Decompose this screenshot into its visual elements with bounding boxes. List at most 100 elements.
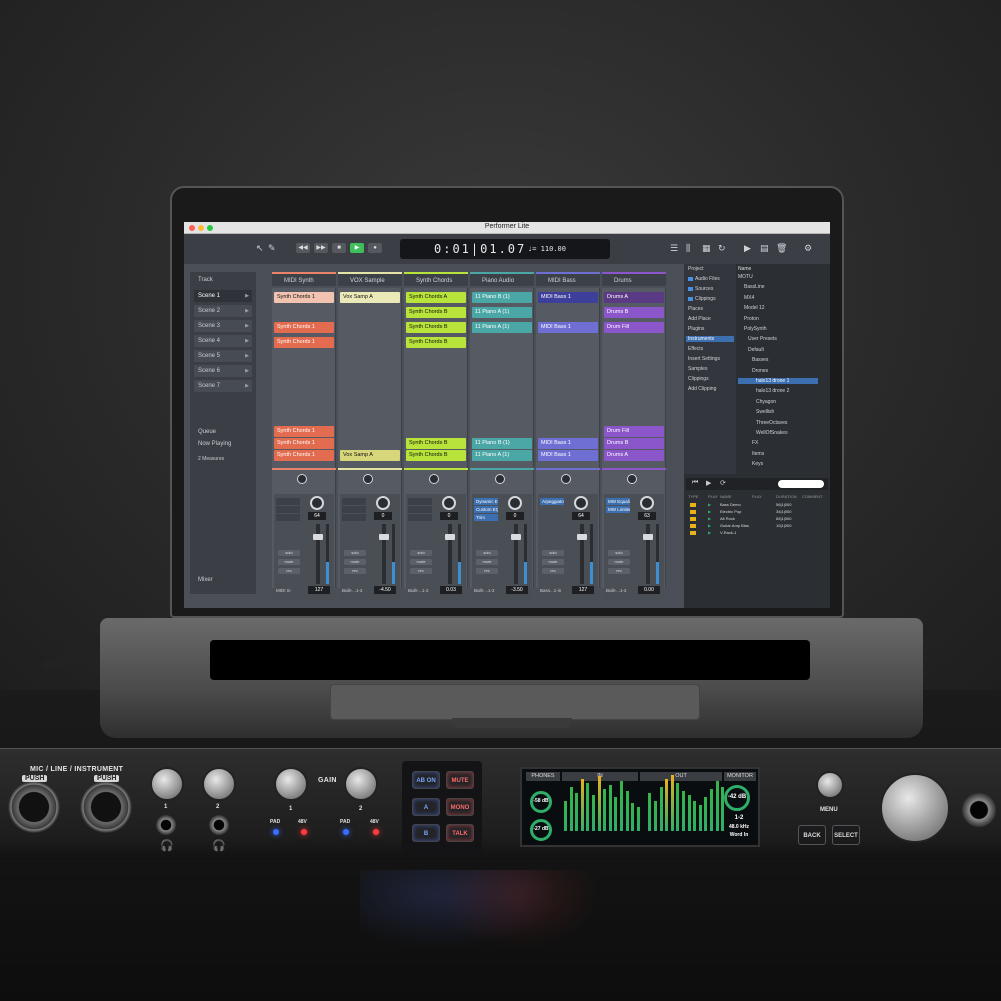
gain-1-knob[interactable]	[274, 767, 308, 801]
browser-tree-item[interactable]: FX	[738, 440, 818, 446]
file-list-row[interactable]: ▶ V-Rack-1	[686, 530, 828, 537]
rec-button[interactable]: rec	[476, 568, 498, 574]
clip-slot[interactable]: 11 Piano B (1)	[472, 292, 532, 303]
pan-value[interactable]: 0	[374, 512, 392, 520]
solo-button[interactable]: solo	[542, 550, 564, 556]
volume-value[interactable]: 0.03	[440, 586, 462, 594]
clip-slot[interactable]: Vox Samp A	[340, 292, 400, 303]
browser-tree-item[interactable]: Drones	[738, 368, 818, 374]
rec-button[interactable]: rec	[278, 568, 300, 574]
queued-clip[interactable]: Drums A	[604, 450, 664, 461]
insert-slot[interactable]: Dynamic E...	[474, 498, 498, 505]
output-assignment[interactable]: Built-...1-2	[342, 588, 363, 593]
xlr-combo-input-2[interactable]	[80, 781, 132, 833]
clip-slot[interactable]: Synth Chords 1	[274, 337, 334, 348]
file-list-row[interactable]: ▶ Electric Pop 34|1|000	[686, 509, 828, 516]
gain-2-knob[interactable]	[344, 767, 378, 801]
browser-source-item[interactable]: Effects	[686, 346, 734, 352]
browser-tree-item[interactable]: MX4	[738, 295, 818, 301]
mute-button[interactable]: mute	[542, 559, 564, 565]
fader-handle[interactable]	[511, 534, 521, 540]
browser-tree-item[interactable]: BassLine	[738, 284, 818, 290]
trackpad[interactable]	[330, 684, 700, 720]
playing-indicator-knob[interactable]	[429, 474, 439, 484]
browser-tree-item[interactable]: PolySynth	[738, 326, 818, 332]
fader-handle[interactable]	[313, 534, 323, 540]
file-list-row[interactable]: ▶ Alt Rock 65|1|000	[686, 516, 828, 523]
playing-indicator-knob[interactable]	[363, 474, 373, 484]
play-icon[interactable]: ▶	[708, 509, 711, 514]
browser-tree-item[interactable]: WellOfSnakes	[738, 430, 818, 436]
insert-slot-empty[interactable]	[276, 514, 300, 521]
main-volume-knob[interactable]	[880, 773, 950, 843]
queued-clip[interactable]: Synth Chords 1	[274, 426, 334, 437]
track-header[interactable]: Drums	[602, 272, 666, 286]
solo-button[interactable]: solo	[476, 550, 498, 556]
insert-slot-empty[interactable]	[276, 506, 300, 513]
browser-source-item[interactable]: Samples	[686, 366, 734, 372]
column-header[interactable]: COMMENT	[802, 494, 823, 499]
clip-slot[interactable]: Synth Chords B	[406, 337, 466, 348]
main-counter[interactable]: 0:01|01.07 ♩= 110.00	[400, 239, 610, 259]
pan-knob[interactable]	[574, 496, 588, 510]
column-header[interactable]: PLAY	[708, 494, 718, 499]
browser-tree-item[interactable]: ThreeOctaves	[738, 420, 818, 426]
browser-tree-item[interactable]: Model 12	[738, 305, 818, 311]
pan-value[interactable]: 0	[506, 512, 524, 520]
clip-slot[interactable]: Synth Chords 1	[274, 322, 334, 333]
preview-play-icon[interactable]: ▶	[706, 479, 711, 487]
play-button[interactable]: ▶	[350, 243, 364, 253]
column-header[interactable]: PLAY	[752, 494, 762, 499]
volume-value[interactable]: -4.50	[374, 586, 396, 594]
clips-icon[interactable]: ▶	[744, 243, 751, 254]
headphone-jack-2[interactable]	[209, 815, 229, 835]
file-list-row[interactable]: ▶ Guitar Amp Blas 10|1|000	[686, 523, 828, 530]
volume-fader[interactable]	[382, 524, 386, 584]
insert-slot[interactable]: MW Limiter	[606, 506, 630, 513]
insert-slot-empty[interactable]	[408, 514, 432, 521]
pan-knob[interactable]	[508, 496, 522, 510]
browser-tree-item[interactable]: Swellish	[738, 409, 818, 415]
volume-fader[interactable]	[580, 524, 584, 584]
input-1-knob[interactable]	[150, 767, 184, 801]
rec-button[interactable]: rec	[344, 568, 366, 574]
column-header[interactable]: TYPE	[688, 494, 698, 499]
browser-source-item[interactable]: Plugins	[686, 326, 734, 332]
insert-slot[interactable]: Trim	[474, 514, 498, 521]
clip-slot[interactable]: 11 Piano A (1)	[472, 307, 532, 318]
insert-slot-empty[interactable]	[408, 506, 432, 513]
clip-slot[interactable]: Synth Chords A	[406, 292, 466, 303]
volume-fader[interactable]	[448, 524, 452, 584]
output-assignment[interactable]: Built-...1-2	[474, 588, 495, 593]
fader-handle[interactable]	[643, 534, 653, 540]
scene-3[interactable]: Scene 3 ▶	[194, 320, 252, 332]
browser-source-item[interactable]: Places	[686, 306, 734, 312]
browser-source-item[interactable]: Insert Settings	[686, 356, 734, 362]
queued-clip[interactable]: 11 Piano B (1)	[472, 438, 532, 449]
scene-4[interactable]: Scene 4 ▶	[194, 335, 252, 347]
queued-clip[interactable]: Synth Chords B	[406, 438, 466, 449]
volume-fader[interactable]	[316, 524, 320, 584]
output-assignment[interactable]: Built-...1-2	[606, 588, 627, 593]
browser-search-input[interactable]	[778, 480, 824, 488]
output-assignment[interactable]: Bass...1-in	[540, 588, 561, 593]
browser-tree-item[interactable]: Default	[738, 347, 818, 353]
browser-tree-item[interactable]: Items	[738, 451, 818, 457]
insert-slot[interactable]: Custom EQ	[474, 506, 498, 513]
browser-source-item[interactable]: Instruments	[686, 336, 734, 342]
mono-button[interactable]: MONO	[446, 798, 474, 816]
pan-knob[interactable]	[310, 496, 324, 510]
track-header[interactable]: Piano Audio	[470, 272, 534, 286]
pan-knob[interactable]	[640, 496, 654, 510]
pan-knob[interactable]	[376, 496, 390, 510]
scene-2[interactable]: Scene 2 ▶	[194, 305, 252, 317]
pan-knob[interactable]	[442, 496, 456, 510]
playing-indicator-knob[interactable]	[495, 474, 505, 484]
mixer-icon[interactable]: ⫼	[686, 243, 690, 254]
browser-source-item[interactable]: Add Clipping	[686, 386, 734, 392]
browser-tree-item[interactable]: MOTU	[738, 274, 818, 280]
select-button[interactable]: SELECT	[832, 825, 860, 845]
browser-source-item[interactable]: Clippings	[686, 296, 734, 302]
mute-button[interactable]: mute	[278, 559, 300, 565]
track-header[interactable]: Synth Chords	[404, 272, 468, 286]
